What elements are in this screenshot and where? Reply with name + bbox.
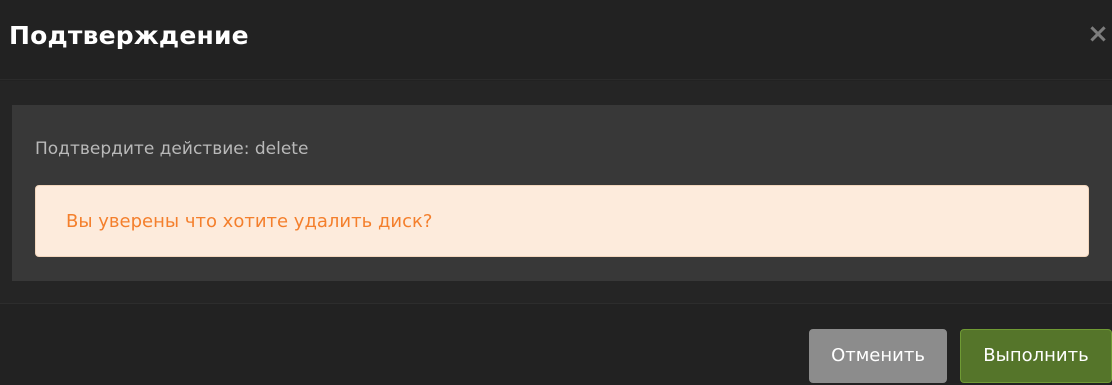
warning-alert-text: Вы уверены что хотите удалить диск?: [66, 211, 433, 232]
dialog-title: Подтверждение: [9, 21, 249, 50]
dialog-body: Подтвердите действие: delete Вы уверены …: [0, 81, 1112, 303]
dialog-content-panel: Подтвердите действие: delete Вы уверены …: [12, 105, 1112, 281]
confirmation-dialog: Подтверждение × Подтвердите действие: de…: [0, 0, 1112, 385]
confirm-button[interactable]: Выполнить: [960, 329, 1112, 383]
dialog-header: Подтверждение ×: [0, 0, 1112, 80]
warning-alert: Вы уверены что хотите удалить диск?: [35, 185, 1089, 257]
close-icon[interactable]: ×: [1086, 21, 1110, 47]
confirm-action-text: Подтвердите действие: delete: [35, 139, 309, 159]
cancel-button[interactable]: Отменить: [809, 329, 947, 383]
dialog-footer: Отменить Выполнить: [0, 303, 1112, 385]
